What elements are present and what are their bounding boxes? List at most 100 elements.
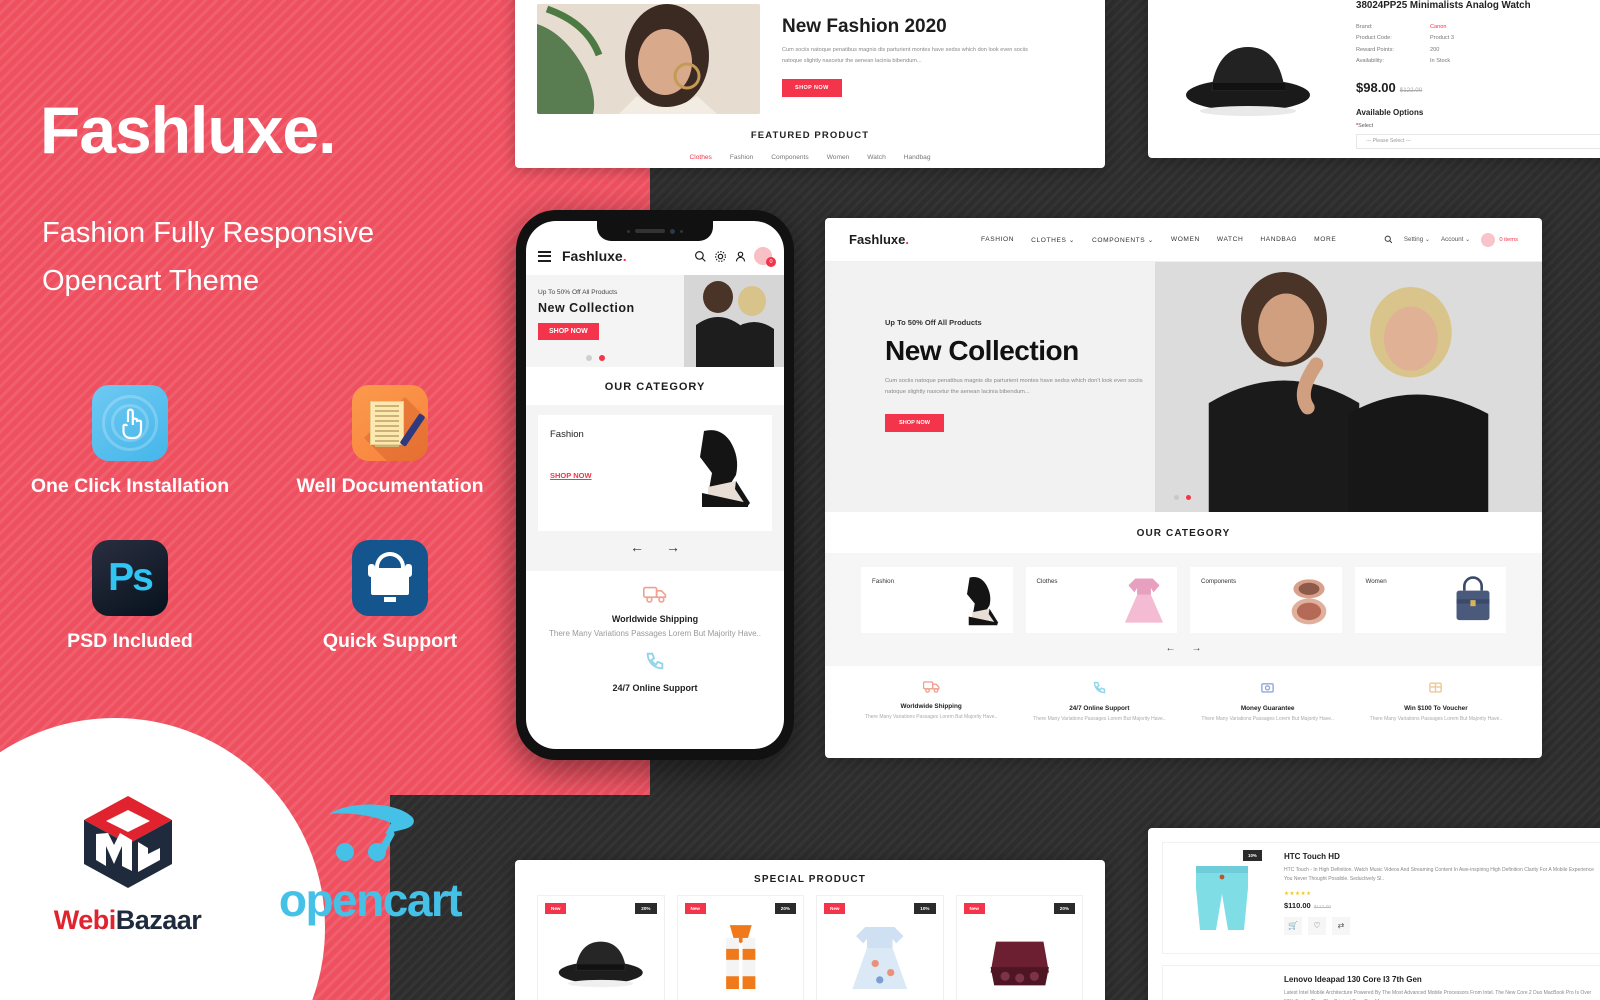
webibazaar-part1: Webi [53,905,117,935]
rating-stars: ★★★★★ [1284,890,1312,897]
nav-clothes[interactable]: CLOTHES ⌄ [1031,236,1075,244]
desktop-header-right: Setting ⌄ Account ⌄ 0 items [1384,232,1518,247]
search-icon[interactable] [694,250,707,263]
product-title: 38024PP25 Minimalists Analog Watch [1356,0,1531,11]
phone-brand: Fashluxe. [562,248,627,264]
feature-label: Well Documentation [296,475,484,497]
desktop-category-heading: OUR CATEGORY [1136,528,1231,539]
tab-handbag[interactable]: Handbag [904,154,931,161]
phone-shop-now-button[interactable]: SHOP NOW [538,323,599,340]
service-title: Win $100 To Voucher [1404,705,1468,712]
desktop-arrow-prev[interactable]: ← [1166,643,1176,654]
desktop-arrow-next[interactable]: → [1192,643,1202,654]
service-desc: There Many Variations Passages Lorem But… [1033,716,1166,722]
desktop-category-arrows: ← → [825,637,1542,666]
category-card-fashion[interactable]: Fashion [861,567,1013,633]
feature-quick-support: Quick Support [260,540,520,653]
cart-icon[interactable]: 0 [754,247,776,267]
nav-handbag[interactable]: HANDBAG [1260,236,1297,244]
product-meta: Brand: Canon Product Code: Product 3 Rewar… [1356,22,1600,68]
tab-fashion[interactable]: Fashion [730,154,753,161]
truck-icon [922,681,940,693]
product-card[interactable]: New 20% Blue Star Amsto 7 L RO + UV ★★★★… [955,895,1083,1000]
cart-button[interactable]: 0 items [1481,232,1518,247]
meta-key: Product Code: [1356,35,1392,42]
heart-icon[interactable]: ♡ [1308,916,1326,935]
nav-more[interactable]: MORE [1314,236,1336,244]
product-image [1172,975,1272,1000]
service-desc: There Many Variations Passages Lorem But… [864,714,998,720]
search-icon[interactable] [1384,235,1393,244]
product-price: $110.00 $122.00 [1284,900,1332,910]
phone-service-support: 24/7 Online Support [526,640,784,693]
feature-label: Quick Support [322,630,458,652]
product-card[interactable]: New 20% 38024PP25 Minimalists Analog Wat… [537,895,665,1000]
feature-psd-included: Ps PSD Included [0,540,260,653]
setting-dropdown[interactable]: Setting ⌄ [1404,236,1430,243]
webibazaar-logo: WebiBazaar [35,790,220,936]
desktop-slider-dots[interactable] [1173,495,1191,500]
photoshop-glyph: Ps [108,556,154,599]
user-icon[interactable] [734,250,747,263]
list-item[interactable]: Lenovo Ideapad 130 Core I3 7th Gen Lates… [1162,965,1600,1000]
tab-clothes[interactable]: Clothes [689,154,711,161]
compare-icon[interactable]: ⇄ [1332,916,1350,935]
nav-fashion[interactable]: FASHION [981,236,1014,244]
photoshop-icon: Ps [92,540,168,616]
option-label: *Select [1356,122,1374,129]
list-item-text: HTC Touch HD HTC Touch - In High Definit… [1272,852,1594,944]
nav-women[interactable]: WOMEN [1171,236,1200,244]
account-dropdown[interactable]: Account ⌄ [1441,236,1470,243]
tab-components[interactable]: Components [771,154,808,161]
touch-click-icon [92,385,168,461]
phone-hero-image [684,275,784,367]
nav-components[interactable]: COMPONENTS ⌄ [1092,236,1154,244]
phone-icon [1093,681,1106,694]
tc-shop-now-button[interactable]: SHOP NOW [782,79,842,98]
category-card-women[interactable]: Women [1354,567,1506,633]
tc-hero-text: New Fashion 2020 Cum sociis natoque pena… [760,4,1083,114]
tc-hero-title: New Fashion 2020 [782,16,947,37]
product-info: 38024PP25 Minimalists Analog Watch Brand… [1348,0,1600,158]
product-name[interactable]: HTC Touch HD [1284,852,1594,861]
product-name[interactable]: Lenovo Ideapad 130 Core I3 7th Gen [1284,975,1594,984]
service-title: Money Guarantee [1240,705,1295,712]
phone-service-title: 24/7 Online Support [612,683,698,693]
category-card-clothes[interactable]: Clothes [1025,567,1177,633]
tab-watch[interactable]: Watch [867,154,885,161]
product-card[interactable]: New 20% Amkette Evo Gamepad Pro 4 With I… [676,895,804,1000]
product-price: $98.00 $122.00 [1356,80,1600,95]
opencart-logo: opencart [270,800,470,923]
tagline-line-2: Opencart Theme [42,264,260,297]
tc-hero-image [537,4,760,114]
cart-icon[interactable]: 🛒 [1284,916,1302,935]
meta-key: Brand: [1356,24,1373,30]
phone-arrow-prev[interactable]: ← [630,539,644,555]
opencart-text: opencart [278,874,463,926]
feature-list: One Click Installation Well Documentatio… [0,385,520,653]
phone-category-card[interactable]: Fashion SHOP NOW [538,415,772,531]
option-select[interactable]: --- Please Select --- [1356,133,1600,149]
menu-icon[interactable] [538,250,551,262]
service-desc: There Many Variations Passages Lorem But… [1201,716,1334,722]
list-item[interactable]: 10% HTC Touch HD HTC Touch - In High Def… [1162,842,1600,954]
meta-value[interactable]: Canon [1430,22,1446,33]
blue-handbag-image [1456,576,1490,621]
discount-badge: 20% [774,903,796,914]
phone-category-shop-link[interactable]: SHOP NOW [550,471,592,480]
webibazaar-wordmark: WebiBazaar [35,905,220,936]
nav-watch[interactable]: WATCH [1217,236,1243,244]
desktop-brand[interactable]: Fashluxe. [849,232,909,247]
tab-women[interactable]: Women [827,154,850,161]
gear-icon[interactable] [714,250,727,263]
desktop-shop-now-button[interactable]: SHOP NOW [885,414,944,433]
page-title: Fashluxe. [40,93,336,167]
new-badge: New [963,903,985,914]
phone-arrow-next[interactable]: → [666,539,680,555]
category-card-components[interactable]: Components [1190,567,1342,633]
phone-slider-dots[interactable] [586,355,605,361]
cart-icon [1481,232,1496,247]
meta-value: 200 [1430,46,1440,53]
phone-service-desc: There Many Variations Passages Lorem But… [549,629,761,638]
product-card[interactable]: New 10% Apple Cinema 30" ★★★★★ $110.00$1… [816,895,944,1000]
